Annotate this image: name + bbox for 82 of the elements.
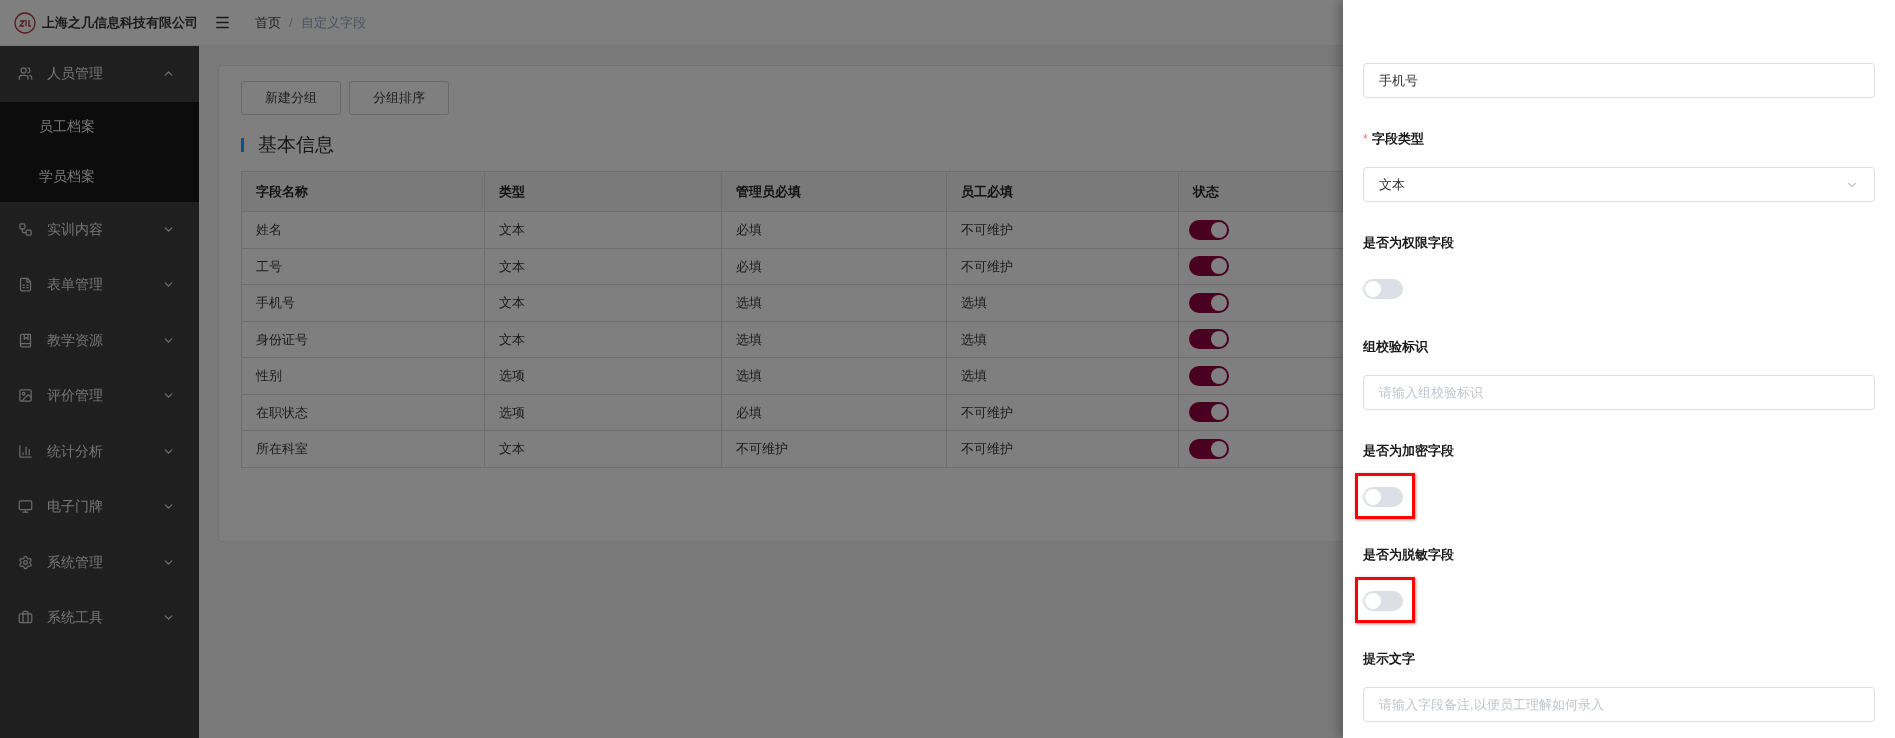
table-cell: 身份证号 [242,321,485,358]
table-cell: 文本 [485,212,722,249]
field-label: 是否为脱敏字段 [1363,546,1454,565]
table-cell: 必填 [722,394,947,431]
toolbar-button[interactable]: 新建分组 [241,81,341,115]
table-cell: 不可维护 [947,431,1179,468]
company-name: 上海之几信息科技有限公司 [42,13,198,32]
sidebar-item[interactable]: 实训内容 [0,201,199,257]
table-cell: 选填 [722,358,947,395]
logo-icon [14,11,36,34]
toggle-switch[interactable] [1189,292,1229,313]
table-cell: 手机号 [242,285,485,322]
breadcrumb-item[interactable]: 首页 [255,12,281,33]
sidebar-item[interactable]: 统计分析 [0,423,199,479]
table-cell: 选填 [722,285,947,322]
flow-icon [18,221,33,237]
table-cell: 不可维护 [722,431,947,468]
breadcrumb-separator: / [289,13,293,32]
sidebar-item[interactable]: 人员管理 [0,46,199,102]
table-cell: 选项 [485,394,722,431]
toggle-switch[interactable] [1363,278,1403,299]
table-cell: 不可维护 [947,248,1179,285]
input-field[interactable]: 手机号 [1363,63,1875,98]
table-cell: 必填 [722,212,947,249]
table-cell: 不可维护 [947,394,1179,431]
table-cell: 姓名 [242,212,485,249]
bar-chart-icon [18,443,33,459]
sidebar-item[interactable]: 评价管理 [0,368,199,424]
toggle-switch[interactable] [1189,256,1229,277]
table-cell: 选填 [947,358,1179,395]
table-cell: 不可维护 [947,212,1179,249]
table-cell: 所在科室 [242,431,485,468]
sidebar-item[interactable]: 系统管理 [0,534,199,590]
table-cell: 在职状态 [242,394,485,431]
field-label: 是否为加密字段 [1363,442,1454,461]
field-label: 字段类型 [1371,130,1424,149]
book-icon [18,332,33,348]
menu-icon[interactable] [214,14,231,31]
table-cell: 文本 [485,248,722,285]
sidebar-item[interactable]: 教学资源 [0,312,199,368]
table-cell: 工号 [242,248,485,285]
image-icon [18,388,33,404]
section-title: 基本信息 [258,132,334,157]
sidebar-item[interactable]: 系统工具 [0,590,199,646]
required-asterisk: * [1363,131,1368,148]
table-cell: 性别 [242,358,485,395]
toggle-switch[interactable] [1189,402,1229,423]
toggle-switch[interactable] [1189,438,1229,459]
table-cell: 选填 [722,321,947,358]
column-header: 字段名称 [242,172,485,212]
briefcase-icon [18,610,33,626]
column-header: 员工必填 [947,172,1179,212]
type-select[interactable]: 文本 [1363,167,1875,202]
table-cell: 文本 [485,431,722,468]
table-cell: 文本 [485,321,722,358]
toolbar-button[interactable]: 分组排序 [349,81,449,115]
table-cell: 选项 [485,358,722,395]
form-icon [18,277,33,293]
sidebar-item[interactable]: 电子门牌 [0,479,199,535]
input-field[interactable]: 请输入组校验标识 [1363,375,1875,410]
field-label: 提示文字 [1363,650,1415,669]
toggle-switch[interactable] [1189,329,1229,350]
table-cell: 选填 [947,285,1179,322]
column-header: 管理员必填 [722,172,947,212]
input-field[interactable]: 请输入字段备注,以便员工理解如何录入 [1363,687,1875,722]
users-icon [18,66,33,82]
accent-bar [241,138,244,152]
table-cell: 文本 [485,285,722,322]
gear-icon [18,554,33,570]
column-header: 类型 [485,172,722,212]
sidebar-item[interactable]: 表单管理 [0,257,199,313]
table-cell: 选填 [947,321,1179,358]
field-label: 是否为权限字段 [1363,234,1454,253]
toggle-switch[interactable] [1189,219,1229,240]
submenu-item[interactable]: 学员档案 [0,151,199,202]
submenu-item[interactable]: 员工档案 [0,101,199,152]
field-label: 组校验标识 [1363,338,1428,357]
monitor-icon [18,499,33,515]
toggle-switch[interactable] [1363,590,1403,611]
toggle-switch[interactable] [1189,365,1229,386]
table-cell: 必填 [722,248,947,285]
toggle-switch[interactable] [1363,486,1403,507]
